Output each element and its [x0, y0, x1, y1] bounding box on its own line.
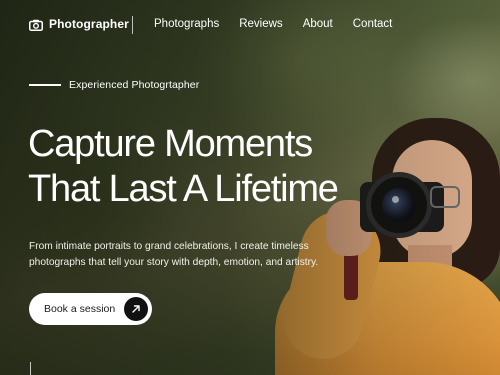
nav-divider: [132, 16, 133, 34]
eyebrow: Experienced Photogrtapher: [29, 79, 199, 91]
nav-item-contact[interactable]: Contact: [353, 18, 393, 30]
nav-item-about[interactable]: About: [303, 18, 333, 30]
hero-section: Photographer Photographs Reviews About C…: [0, 0, 500, 375]
book-session-label: Book a session: [44, 303, 116, 315]
brand-logo-link[interactable]: Photographer: [29, 17, 129, 31]
book-session-button[interactable]: Book a session: [29, 293, 152, 325]
camera-icon: [29, 18, 43, 31]
arrow-up-right-icon: [124, 297, 148, 321]
hero-headline: Capture Moments That Last A Lifetime: [28, 122, 388, 212]
nav-item-reviews[interactable]: Reviews: [239, 18, 282, 30]
headline-line-2: That Last A Lifetime: [28, 168, 339, 210]
nav-item-photographs[interactable]: Photographs: [154, 18, 219, 30]
hero-subcopy: From intimate portraits to grand celebra…: [29, 241, 319, 268]
headline-line-1: Capture Moments: [28, 123, 313, 165]
nav-menu: Photographs Reviews About Contact: [154, 18, 412, 30]
eyebrow-text: Experienced Photogrtapher: [69, 79, 200, 91]
scroll-indicator: [30, 362, 31, 375]
brand-name: Photographer: [49, 17, 129, 31]
eyebrow-line: [29, 84, 61, 86]
top-nav: Photographer Photographs Reviews About C…: [0, 0, 500, 50]
